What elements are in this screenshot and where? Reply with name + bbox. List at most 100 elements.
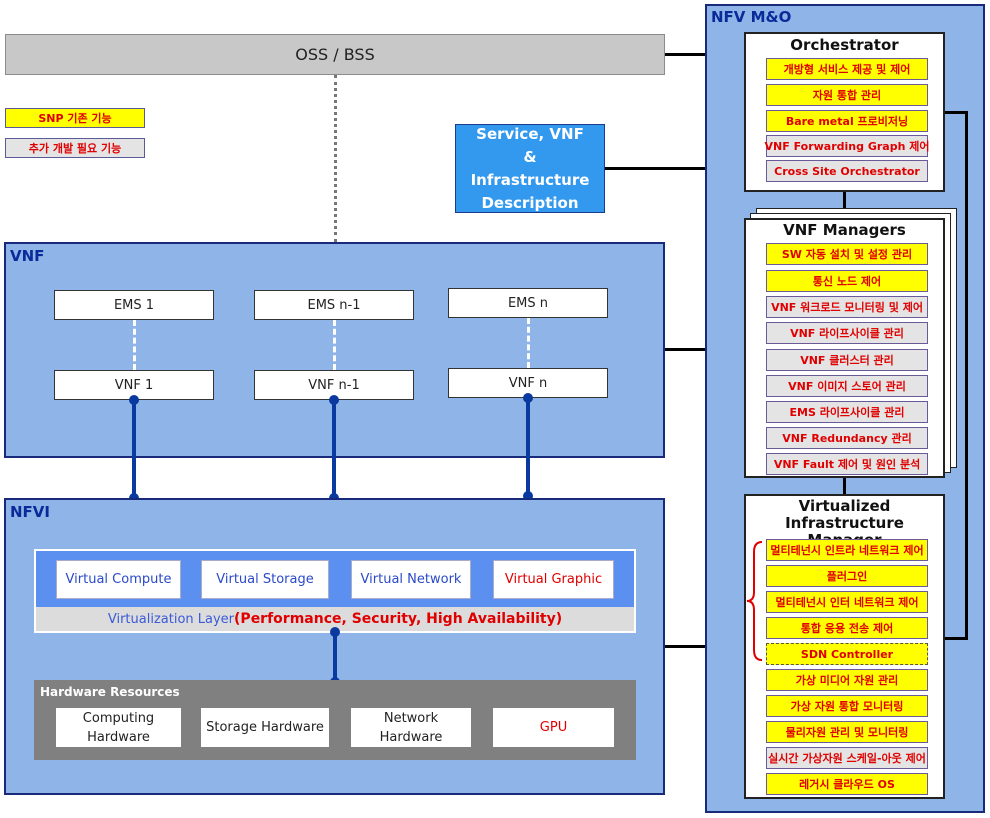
ems-box: EMS 1 [54, 290, 214, 320]
virtual-graphic-box: Virtual Graphic [493, 560, 614, 599]
vnf-managers-title: VNF Managers [783, 221, 906, 239]
vnfm-item-label: EMS 라이프사이클 관리 [789, 406, 905, 419]
virtual-storage-label: Virtual Storage [216, 572, 314, 587]
orchestrator-vim-link [945, 111, 967, 114]
vim-item-label: 플러그인 [826, 570, 868, 583]
vnfm-item-label: VNF 클러스터 관리 [800, 354, 894, 367]
virtual-compute-box: Virtual Compute [56, 560, 181, 599]
network-hardware-label: Network Hardware [379, 710, 443, 745]
ems-box: EMS n-1 [254, 290, 414, 320]
oss-mano-connector [665, 53, 705, 56]
gpu-box: GPU [493, 708, 614, 747]
vnf-managers-box: VNF Managers SW 자동 설치 및 설정 관리 통신 노드 제어 V… [744, 218, 945, 478]
vim-item-label: 물리자원 관리 및 모니터링 [785, 726, 909, 739]
vnf-label: VNF n [508, 375, 548, 391]
vim-box: Virtualized Infrastructure Manager 멀티테넌시… [744, 494, 945, 799]
vnfm-item: VNF 이미지 스토어 관리 [766, 375, 928, 397]
ems-vnf-dashed-link [527, 318, 530, 368]
oss-vnf-connector [334, 75, 337, 242]
vim-item-sdn-controller: SDN Controller [766, 643, 928, 665]
legend-needs-dev: 추가 개발 필요 기능 [5, 138, 145, 158]
vnfm-item-label: VNF 이미지 스토어 관리 [788, 380, 906, 393]
service-description-box: Service, VNF & Infrastructure Descriptio… [455, 124, 605, 213]
vim-item-label: 가상 자원 통합 모니터링 [790, 700, 904, 713]
vnfm-item-label: VNF Fault 제어 및 원인 분석 [773, 458, 921, 471]
vim-item-label: 통합 응용 전송 제어 [800, 622, 894, 635]
ems-label: EMS n-1 [307, 297, 361, 313]
storage-hardware-box: Storage Hardware [201, 708, 329, 747]
vim-item: 레거시 클라우드 OS [766, 773, 928, 795]
orchestrator-vnfm-link [843, 192, 846, 208]
virtualization-layer-label: Virtualization Layer [107, 611, 235, 627]
link-node [329, 395, 339, 405]
orchestrator-title: Orchestrator [790, 36, 899, 54]
vim-item-label: 레거시 클라우드 OS [799, 778, 895, 791]
vim-item: 통합 응용 전송 제어 [766, 617, 928, 639]
ems-label: EMS n [507, 295, 549, 311]
nfvi-panel-title: NFVI [10, 503, 50, 521]
link-node [129, 395, 139, 405]
vim-item: 멀티테넌시 인트라 네트워크 제어 [766, 539, 928, 561]
vim-item-label: 가상 미디어 자원 관리 [795, 674, 899, 687]
service-description-label: Service, VNF & Infrastructure Descriptio… [470, 124, 590, 212]
vnf-nfvi-link [132, 400, 136, 498]
virtual-storage-box: Virtual Storage [201, 560, 329, 599]
virtual-compute-label: Virtual Compute [65, 572, 172, 587]
vim-item: 멀티테넌시 인터 네트워크 제어 [766, 591, 928, 613]
orchestrator-vim-link [965, 111, 968, 640]
link-node [523, 393, 533, 403]
computing-hardware-box: Computing Hardware [56, 708, 181, 747]
oss-bss-label: OSS / BSS [295, 45, 375, 64]
ems-vnf-dashed-link [133, 320, 136, 370]
vnfm-item-label: VNF Redundancy 관리 [782, 432, 912, 445]
virtualization-layer-attributes: (Performance, Security, High Availabilit… [234, 611, 563, 627]
vnfm-item-label: SW 자동 설치 및 설정 관리 [781, 248, 913, 261]
oss-bss-box: OSS / BSS [5, 34, 665, 75]
vnfm-item-label: 통신 노드 제어 [812, 275, 882, 288]
virtual-graphic-label: Virtual Graphic [504, 572, 603, 587]
virtual-network-label: Virtual Network [360, 572, 462, 587]
orchestrator-item-label: 개방형 서비스 제공 및 제어 [783, 63, 911, 76]
orchestrator-item-label: Bare metal 프로비저닝 [785, 115, 909, 128]
vnf-label: VNF 1 [114, 377, 154, 393]
vnfm-vim-link [843, 478, 846, 494]
vnfm-item: 통신 노드 제어 [766, 270, 928, 292]
vnfm-item-label: VNF 워크로드 모니터링 및 제어 [771, 301, 923, 314]
virtual-network-box: Virtual Network [351, 560, 471, 599]
link-node [330, 627, 340, 637]
vnfm-item: VNF Fault 제어 및 원인 분석 [766, 453, 928, 475]
nfv-mano-title: NFV M&O [711, 8, 792, 26]
vnfm-item: SW 자동 설치 및 설정 관리 [766, 243, 928, 265]
orchestrator-item: Bare metal 프로비저닝 [766, 110, 928, 132]
vnf-label: VNF n-1 [308, 377, 360, 393]
ems-box: EMS n [448, 288, 608, 318]
computing-hardware-label: Computing Hardware [82, 710, 155, 745]
vnfm-item: VNF 워크로드 모니터링 및 제어 [766, 296, 928, 318]
orchestrator-item: 개방형 서비스 제공 및 제어 [766, 58, 928, 80]
vnf-panel-title: VNF [10, 247, 45, 265]
orchestrator-item-label: 자원 통합 관리 [812, 89, 882, 102]
vim-item: 가상 미디어 자원 관리 [766, 669, 928, 691]
orchestrator-item-label: Cross Site Orchestrator [774, 164, 920, 178]
vim-item-label: 멀티테넌시 인트라 네트워크 제어 [770, 544, 924, 557]
orchestrator-item: Cross Site Orchestrator [766, 160, 928, 182]
vnfm-item: VNF 라이프사이클 관리 [766, 322, 928, 344]
curly-brace-icon [746, 541, 763, 661]
virtualization-hardware-link [333, 632, 337, 682]
vnf-nfvi-link [526, 398, 530, 496]
vim-item: 물리자원 관리 및 모니터링 [766, 721, 928, 743]
vim-item-label: SDN Controller [800, 647, 894, 661]
vnfm-item: VNF Redundancy 관리 [766, 427, 928, 449]
vim-item: 가상 자원 통합 모니터링 [766, 695, 928, 717]
vim-title-line1: Virtualized [798, 497, 891, 515]
gpu-label: GPU [539, 720, 568, 735]
legend-needs-dev-label: 추가 개발 필요 기능 [28, 142, 122, 155]
storage-hardware-label: Storage Hardware [206, 720, 324, 735]
vnfm-item: VNF 클러스터 관리 [766, 349, 928, 371]
orchestrator-box: Orchestrator 개방형 서비스 제공 및 제어 자원 통합 관리 Ba… [744, 32, 945, 192]
description-mano-connector [605, 167, 705, 170]
vnfm-item: EMS 라이프사이클 관리 [766, 401, 928, 423]
orchestrator-item: 자원 통합 관리 [766, 84, 928, 106]
orchestrator-vim-link [945, 637, 967, 640]
network-hardware-box: Network Hardware [351, 708, 471, 747]
